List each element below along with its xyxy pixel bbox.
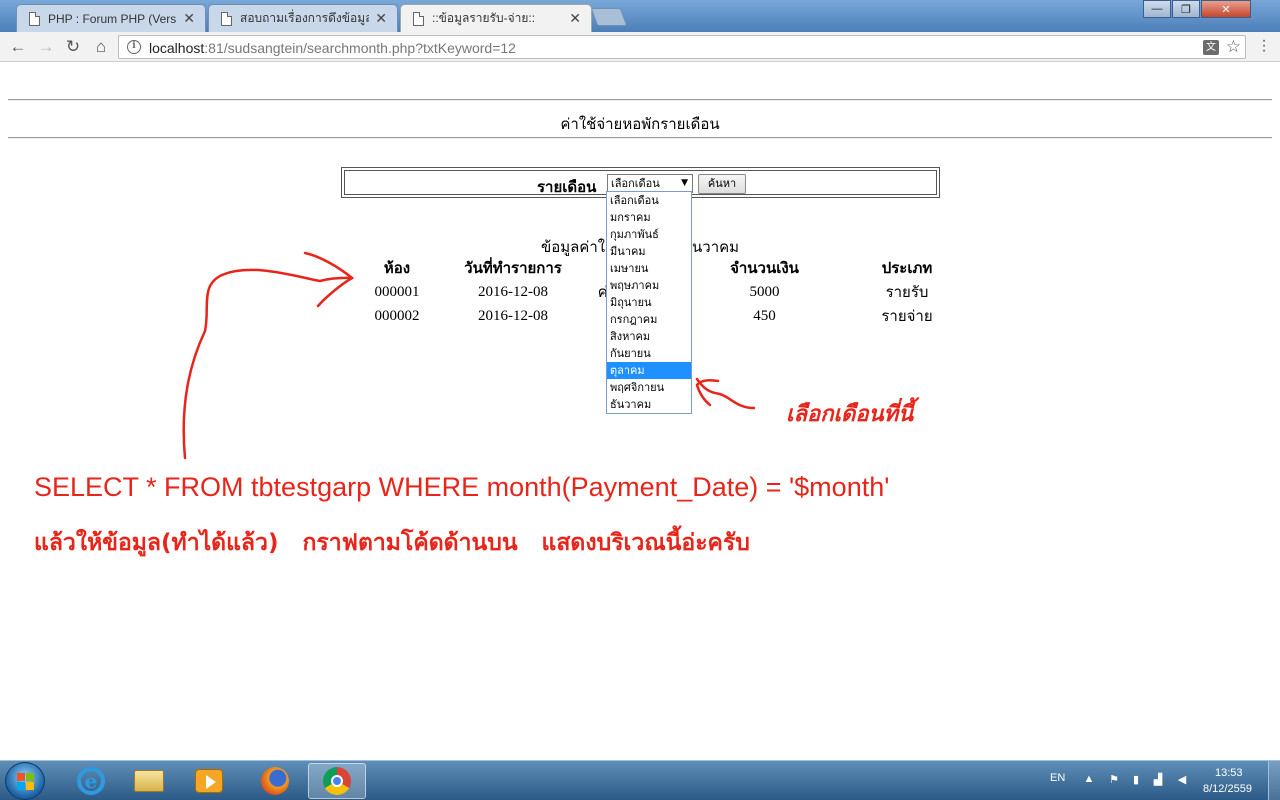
windows-logo-icon [17,773,35,791]
month-option[interactable]: ธันวาคม [607,396,691,413]
month-option[interactable]: เลือกเดือน [607,192,691,209]
column-header-type: ประเภท [881,261,933,277]
month-option[interactable]: กุมภาพันธ์ [607,226,691,243]
cell-type: รายจ่าย [881,309,933,325]
cell-amount: 450 [753,307,776,324]
tab-strip: PHP : Forum PHP (Versio ✕ สอบถามเรื่องกา… [0,0,1280,32]
taskbar-file-explorer[interactable] [122,763,176,799]
month-option[interactable]: พฤศจิกายน [607,379,691,396]
start-button[interactable] [5,762,45,800]
annotation-note: แล้วให้ข้อมูล(ทำได้แล้ว) กราฟตามโค้ดด้าน… [34,530,750,556]
month-dropdown-list: เลือกเดือน มกราคม กุมภาพันธ์ มีนาคม เมษายน พฤ… [606,191,692,414]
language-indicator[interactable]: EN [1050,772,1065,784]
month-option[interactable]: กรกฎาคม [607,311,691,328]
menu-icon[interactable]: · · · [1256,33,1272,59]
clock-time[interactable]: 13:53 [1215,767,1243,779]
clock-date[interactable]: 8/12/2559 [1203,783,1252,795]
browser-toolbar: ← → ↻ ⌂ i localhost:81/sudsangtein/searc… [0,32,1280,62]
cell-amount: 5000 [749,283,780,300]
tab-title: ::ข้อมูลรายรับ-จ่าย:: [432,11,536,25]
folder-icon [134,770,164,792]
dropdown-arrow-icon: ▼ [681,178,688,188]
system-tray: EN ▲ ⚑ ▮ ▟ ◀ 13:53 8/12/2559 [1040,761,1280,800]
arrow-to-dropdown [695,377,756,410]
cell-room: 000001 [374,283,420,300]
maximize-button[interactable]: ❐ [1172,0,1200,18]
volume-icon[interactable]: ◀ [1176,773,1188,787]
power-icon[interactable]: ▮ [1130,773,1142,787]
network-signal-icon[interactable]: ▟ [1152,773,1164,787]
media-player-icon [195,769,223,793]
info-icon[interactable]: i [127,40,141,54]
taskbar-firefox[interactable] [248,763,302,799]
curved-arrow-to-table [182,268,354,460]
column-header-room: ห้อง [383,261,411,277]
annotation-select-month: เลือกเดือนที่นี้ [786,402,914,427]
month-option[interactable]: มีนาคม [607,243,691,260]
month-option[interactable]: พฤษภาคม [607,277,691,294]
top-divider [8,99,1272,101]
chrome-icon [323,767,351,795]
month-option[interactable]: สิงหาคม [607,328,691,345]
taskbar-internet-explorer[interactable]: e [64,763,118,799]
new-tab-button[interactable] [590,8,628,26]
document-icon [221,11,232,26]
month-option[interactable]: เมษายน [607,260,691,277]
address-bar[interactable]: i localhost:81/sudsangtein/searchmonth.p… [118,35,1246,59]
browser-tab-3[interactable]: ::ข้อมูลรายรับ-จ่าย:: ✕ [400,4,592,32]
browser-tab-2[interactable]: สอบถามเรื่องการดึงข้อมูลมาท ✕ [208,4,398,32]
close-tab-icon[interactable]: ✕ [375,10,387,27]
reload-button[interactable]: ↻ [63,37,83,57]
translate-icon[interactable]: 文 [1203,40,1219,55]
annotation-sql-query: SELECT * FROM tbtestgarp WHERE month(Pay… [34,472,890,502]
windows-taskbar: e EN ▲ ⚑ ▮ ▟ ◀ 13:53 8/12/2559 [0,760,1280,800]
tab-title: สอบถามเรื่องการดึงข้อมูลมาท [240,11,370,25]
show-desktop-button[interactable] [1268,761,1280,800]
minimize-button[interactable]: — [1143,0,1171,18]
browser-tab-1[interactable]: PHP : Forum PHP (Versio ✕ [16,4,206,32]
url-path: :81/sudsangtein/searchmonth.php?txtKeywo… [204,40,516,56]
cell-type: รายรับ [885,285,929,301]
internet-explorer-icon: e [77,767,105,795]
title-divider [8,137,1272,139]
tab-title: PHP : Forum PHP (Versio [48,11,178,26]
close-tab-icon[interactable]: ✕ [183,10,195,27]
back-button[interactable]: ← [8,37,28,57]
document-icon [413,11,424,26]
close-window-button[interactable]: ✕ [1201,0,1251,18]
month-option[interactable]: กันยายน [607,345,691,362]
firefox-icon [261,767,289,795]
chevron-up-icon[interactable]: ▲ [1083,773,1095,787]
close-tab-icon[interactable]: ✕ [569,10,581,27]
url-text[interactable]: localhost:81/sudsangtein/searchmonth.php… [149,40,516,56]
url-host: localhost [149,40,205,56]
column-header-amount: จำนวนเงิน [730,261,799,277]
cell-room: 000002 [374,307,420,324]
document-icon [29,11,40,26]
taskbar-chrome[interactable] [308,763,366,799]
month-option[interactable]: มกราคม [607,209,691,226]
cell-date: 2016-12-08 [478,283,548,300]
action-center-flag-icon[interactable]: ⚑ [1108,773,1120,787]
month-option[interactable]: มิถุนายน [607,294,691,311]
web-page: ค่าใช้จ่ายหอพักรายเดือน รายเดือน เลือกเด… [0,63,1280,760]
home-button[interactable]: ⌂ [91,37,111,57]
cell-date: 2016-12-08 [478,307,548,324]
arrowhead-to-table [303,251,355,308]
taskbar-media-player[interactable] [182,763,236,799]
search-button[interactable]: ค้นหา [698,174,746,194]
month-select-value: เลือกเดือน [611,177,660,190]
page-title: ค่าใช้จ่ายหอพักรายเดือน [560,117,720,133]
bookmark-star-icon[interactable]: ☆ [1226,37,1241,57]
forward-button[interactable]: → [36,37,56,57]
column-header-date: วันที่ทำรายการ [464,261,562,277]
month-option[interactable]: ตุลาคม [607,362,691,379]
month-label: รายเดือน [537,180,597,196]
